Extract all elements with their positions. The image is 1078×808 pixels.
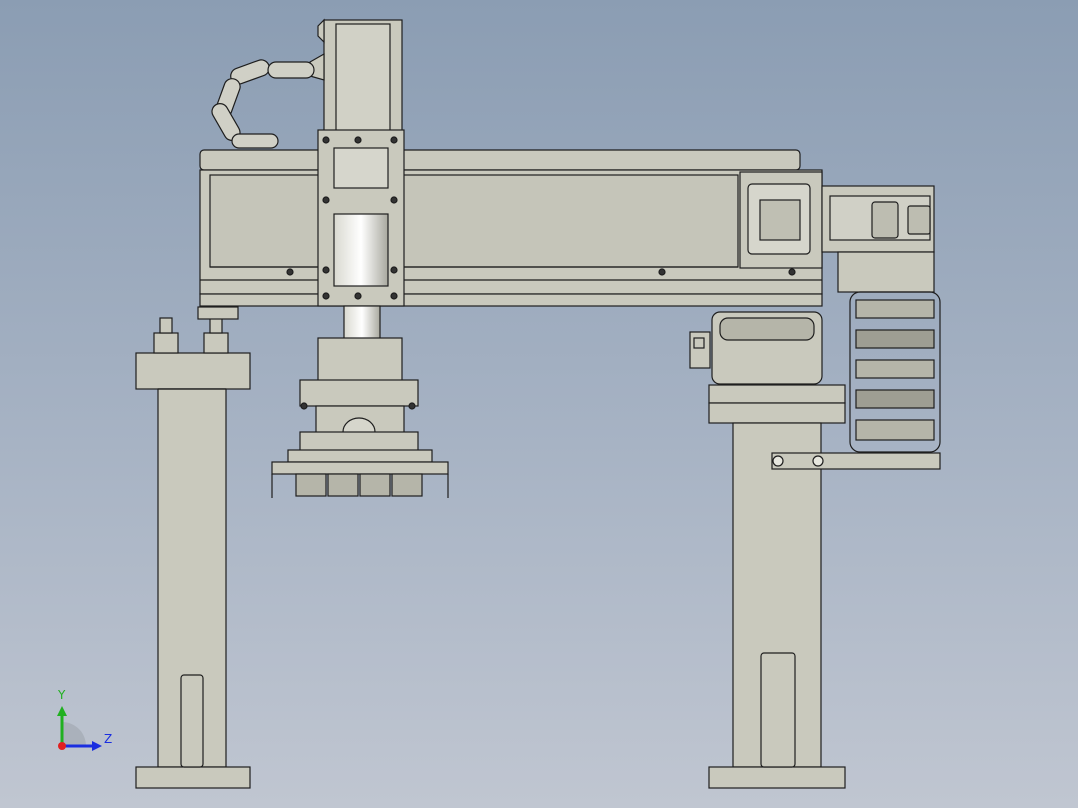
left-support-column[interactable]: [135, 306, 251, 789]
cad-viewport[interactable]: Y Z: [0, 0, 1078, 808]
triad-y-label: Y: [58, 688, 66, 702]
right-support-column[interactable]: [689, 311, 846, 789]
drag-chain-links[interactable]: [209, 58, 315, 149]
triad-z-label: Z: [104, 732, 113, 746]
gantry-model[interactable]: [0, 0, 1078, 808]
axis-triad: [57, 706, 102, 751]
gripper-head[interactable]: [271, 337, 449, 498]
x-axis-motor[interactable]: [821, 185, 935, 293]
horizontal-beam[interactable]: [199, 149, 823, 307]
